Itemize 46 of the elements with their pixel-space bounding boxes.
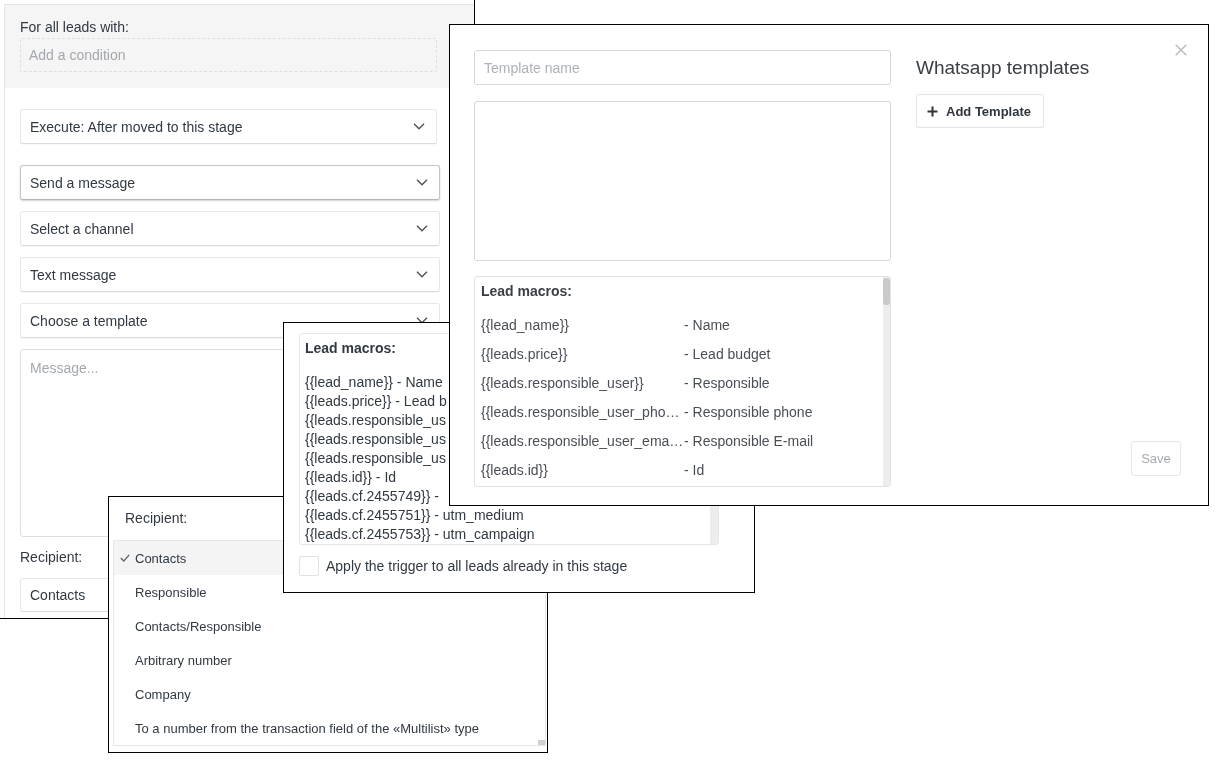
macro-description: - Responsible E-mail	[684, 431, 814, 450]
dropdown-title: Recipient:	[125, 509, 188, 528]
macro-description: - Id	[684, 460, 705, 479]
dropdown-option[interactable]: Contacts	[114, 541, 283, 575]
template-text-field[interactable]	[474, 101, 891, 261]
chevron-down-icon	[416, 179, 428, 186]
checkbox[interactable]	[299, 556, 319, 576]
resize-grip-icon[interactable]	[538, 740, 545, 745]
action-select[interactable]: Text message	[20, 257, 440, 292]
macro-line: {{leads.id}} - Id	[305, 468, 397, 487]
action-select[interactable]: Send a message	[20, 165, 440, 200]
condition-label: For all leads with:	[20, 18, 129, 37]
dropdown-option[interactable]: To a number from the transaction field of the «Multilist» type	[114, 711, 485, 745]
macro-code: {{lead_name}}	[481, 315, 569, 334]
action-select[interactable]: Select a channel	[20, 211, 440, 246]
recipient-label: Recipient:	[20, 548, 83, 566]
macro-description: - Name	[684, 315, 730, 334]
checkbox-label: Apply the trigger to all leads already in this stage	[326, 557, 628, 575]
chevron-down-icon	[416, 225, 428, 232]
chevron-down-icon	[416, 317, 428, 324]
macro-code: {{leads.responsible_user_pho…	[481, 402, 680, 421]
plus-icon	[927, 105, 938, 117]
template-name-field[interactable]: Template name	[474, 50, 891, 85]
macro-line: {{lead_name}} - Name	[305, 373, 443, 392]
macro-code: {{leads.responsible_user}}	[481, 373, 644, 392]
dropdown-option[interactable]: Arbitrary number	[114, 643, 283, 677]
add-template-button[interactable]: Add Template	[916, 94, 1044, 128]
macro-description: - Responsible	[684, 373, 770, 392]
macro-code: {{leads.responsible_user_ema…	[481, 431, 684, 450]
dropdown-option[interactable]: Responsible	[114, 575, 283, 609]
macro-description: - Responsible phone	[684, 402, 813, 421]
macro-line: {{leads.cf.2455749}} -	[305, 487, 439, 506]
chevron-down-icon	[413, 123, 425, 130]
dropdown-option[interactable]: Company	[114, 677, 283, 711]
macro-description: - Lead budget	[684, 344, 771, 363]
macro-code: {{leads.price}}	[481, 344, 568, 363]
close-icon[interactable]	[1175, 44, 1187, 56]
chevron-down-icon	[416, 271, 428, 278]
macro-code: {{leads.id}}	[481, 460, 548, 479]
dropdown-option[interactable]: Contacts/Responsible	[114, 609, 283, 643]
recipient-select[interactable]: Contacts	[20, 578, 109, 612]
macros-title: Lead macros:	[481, 282, 573, 301]
dialog-title: Whatsapp templates	[916, 56, 1090, 80]
execute-select[interactable]: Execute: After moved to this stage	[20, 109, 437, 144]
condition-field[interactable]: Add a condition	[20, 38, 437, 72]
check-icon	[120, 554, 130, 562]
